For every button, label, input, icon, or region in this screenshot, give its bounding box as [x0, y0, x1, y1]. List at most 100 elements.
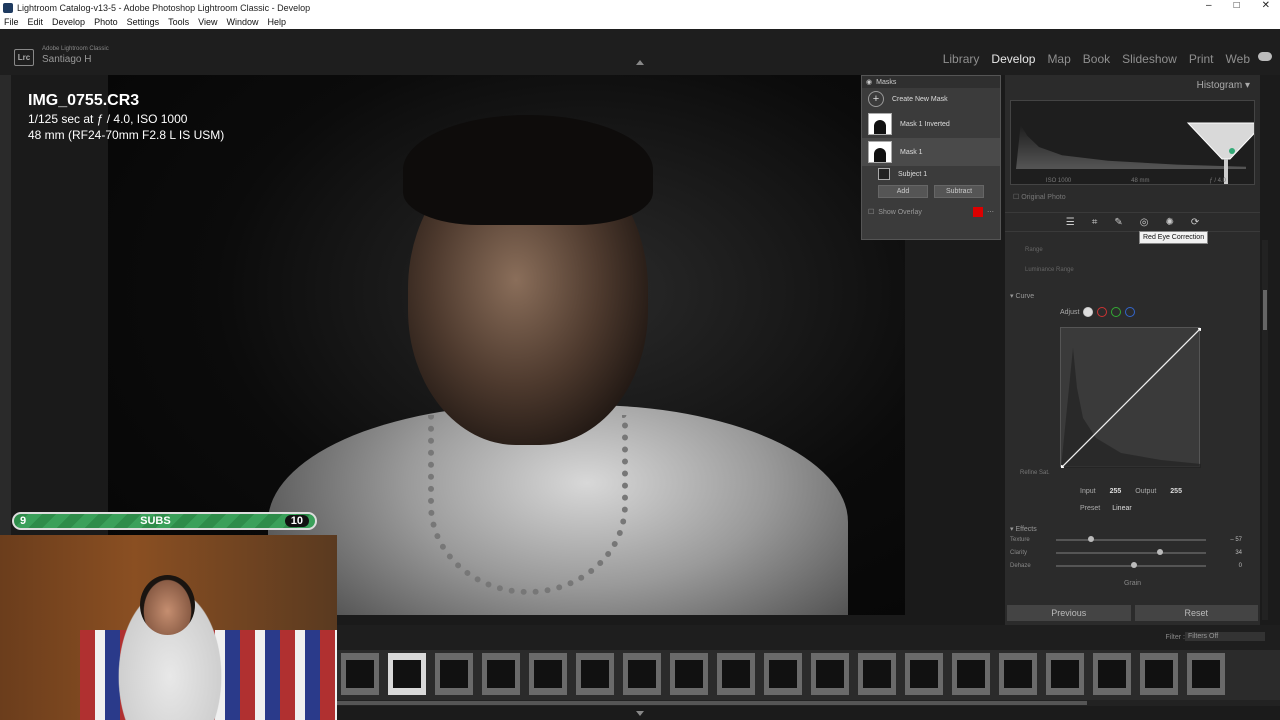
module-develop[interactable]: Develop	[991, 52, 1035, 66]
filmstrip-thumbnail[interactable]	[1093, 653, 1131, 695]
iso-readout: ISO 1000	[1045, 178, 1072, 184]
filmstrip-thumbnail[interactable]	[1140, 653, 1178, 695]
mask-thumbnail[interactable]	[868, 141, 892, 163]
slider-track[interactable]	[1056, 535, 1206, 542]
crop-icon[interactable]: ⌗	[1092, 217, 1098, 228]
menu-develop[interactable]: Develop	[52, 17, 85, 27]
menu-view[interactable]: View	[198, 17, 217, 27]
edit-sliders-icon[interactable]: ☰	[1066, 217, 1075, 228]
filter-select[interactable]: Filters Off	[1185, 632, 1265, 641]
filmstrip-thumbnail[interactable]	[623, 653, 661, 695]
photo-image[interactable]	[108, 75, 905, 615]
maximize-button[interactable]: □	[1234, 0, 1240, 11]
menu-settings[interactable]: Settings	[127, 17, 160, 27]
presets-icon[interactable]: ⟳	[1191, 217, 1199, 228]
thumbnail-image	[581, 660, 609, 688]
red-eye-icon[interactable]: ◎	[1140, 217, 1149, 228]
filmstrip-thumbnail[interactable]	[1046, 653, 1084, 695]
overlay-checkbox[interactable]: ☐	[868, 208, 874, 216]
slider-value[interactable]: 0	[1212, 563, 1242, 569]
more-icon[interactable]: ⋯	[987, 208, 994, 216]
minimize-button[interactable]: –	[1206, 0, 1212, 11]
filmstrip-thumbnail[interactable]	[388, 653, 426, 695]
adjust-label: Adjust	[1060, 308, 1080, 316]
module-map[interactable]: Map	[1047, 52, 1070, 66]
cloud-sync-icon[interactable]	[1258, 52, 1272, 61]
mask-component-row[interactable]: Subject 1	[862, 166, 1000, 182]
channel-red-dot[interactable]	[1097, 307, 1108, 317]
mask-item-selected[interactable]: Mask 1	[862, 138, 1000, 166]
focal-readout: 48 mm	[1131, 178, 1150, 184]
filmstrip-thumbnail[interactable]	[1187, 653, 1225, 695]
filmstrip-thumbnail[interactable]	[576, 653, 614, 695]
module-print[interactable]: Print	[1189, 52, 1214, 66]
collapse-top-arrow-icon[interactable]	[636, 60, 644, 65]
filmstrip-thumbnail[interactable]	[905, 653, 943, 695]
heal-icon[interactable]: ✎	[1114, 217, 1122, 228]
slider-value[interactable]: – 57	[1212, 537, 1242, 543]
filmstrip-thumbnail[interactable]	[999, 653, 1037, 695]
menu-tools[interactable]: Tools	[168, 17, 189, 27]
photo-lens: 48 mm (RF24-70mm F2.8 L IS USM)	[28, 128, 225, 142]
dehaze-slider-row[interactable]: Dehaze 0	[1010, 559, 1255, 572]
texture-slider-row[interactable]: Texture – 57	[1010, 533, 1255, 546]
menu-help[interactable]: Help	[268, 17, 287, 27]
mask-icon[interactable]: ✺	[1165, 217, 1173, 228]
point-curve-select[interactable]: Linear	[1112, 505, 1131, 512]
mask-item-inverted[interactable]: Mask 1 Inverted	[862, 110, 1000, 138]
input-value[interactable]: 255	[1110, 488, 1122, 495]
filmstrip-thumbnail[interactable]	[764, 653, 802, 695]
add-button[interactable]: Add	[878, 185, 928, 198]
plus-icon[interactable]: +	[868, 91, 884, 107]
point-curve-label: Preset	[1080, 505, 1101, 512]
filmstrip-thumbnail[interactable]	[435, 653, 473, 695]
channel-white-dot[interactable]	[1083, 307, 1094, 317]
slider-track[interactable]	[1056, 561, 1206, 568]
filmstrip-thumbnail[interactable]	[858, 653, 896, 695]
module-slideshow[interactable]: Slideshow	[1122, 52, 1177, 66]
previous-button[interactable]: Previous	[1007, 605, 1131, 621]
webcam-head	[140, 575, 195, 635]
tone-curve-graph[interactable]	[1060, 327, 1201, 468]
mask-thumbnail[interactable]	[868, 113, 892, 135]
filmstrip-thumbnail[interactable]	[670, 653, 708, 695]
filmstrip-thumbnail[interactable]	[811, 653, 849, 695]
slider-track[interactable]	[1056, 548, 1206, 555]
masks-header[interactable]: ◉ Masks	[862, 76, 1000, 88]
grain-header[interactable]: Grain	[1010, 580, 1255, 587]
menu-edit[interactable]: Edit	[28, 17, 44, 27]
channel-blue-dot[interactable]	[1125, 307, 1136, 317]
filmstrip-thumbnail[interactable]	[717, 653, 755, 695]
clarity-slider-row[interactable]: Clarity 34	[1010, 546, 1255, 559]
slider-value[interactable]: 34	[1212, 550, 1242, 556]
effects-header[interactable]: ▾ Effects	[1010, 525, 1255, 533]
eye-icon[interactable]: ◉	[866, 78, 872, 86]
module-library[interactable]: Library	[943, 52, 980, 66]
curve-header[interactable]: ▾ Curve	[1010, 292, 1255, 300]
show-overlay-row[interactable]: ☐ Show Overlay ⋯	[862, 201, 1000, 223]
histogram[interactable]: ISO 1000 48 mm ƒ / 4.0	[1010, 100, 1255, 185]
filmstrip-thumbnail[interactable]	[952, 653, 990, 695]
overlay-color-swatch[interactable]	[973, 207, 983, 217]
filmstrip-scrollbar[interactable]	[337, 700, 1280, 706]
menu-window[interactable]: Window	[227, 17, 259, 27]
original-photo-toggle[interactable]: ☐ Original Photo	[1013, 193, 1066, 201]
reset-button[interactable]: Reset	[1134, 605, 1258, 621]
right-panel-scrollbar[interactable]	[1262, 240, 1268, 620]
collapse-bottom-arrow-icon[interactable]	[636, 711, 644, 716]
module-web[interactable]: Web	[1226, 52, 1250, 66]
module-book[interactable]: Book	[1083, 52, 1110, 66]
channel-green-dot[interactable]	[1111, 307, 1122, 317]
filmstrip-thumbnail[interactable]	[482, 653, 520, 695]
menu-file[interactable]: File	[4, 17, 19, 27]
histogram-header[interactable]: Histogram ▾	[1197, 80, 1250, 91]
filmstrip-thumbnail[interactable]	[529, 653, 567, 695]
create-mask-row[interactable]: + Create New Mask	[862, 88, 1000, 110]
close-button[interactable]: ✕	[1262, 0, 1270, 11]
output-value[interactable]: 255	[1170, 488, 1182, 495]
subtract-button[interactable]: Subtract	[934, 185, 984, 198]
create-mask-label[interactable]: Create New Mask	[892, 96, 948, 103]
filmstrip-thumbnail[interactable]	[341, 653, 379, 695]
menu-photo[interactable]: Photo	[94, 17, 118, 27]
thumbnail-image	[957, 660, 985, 688]
